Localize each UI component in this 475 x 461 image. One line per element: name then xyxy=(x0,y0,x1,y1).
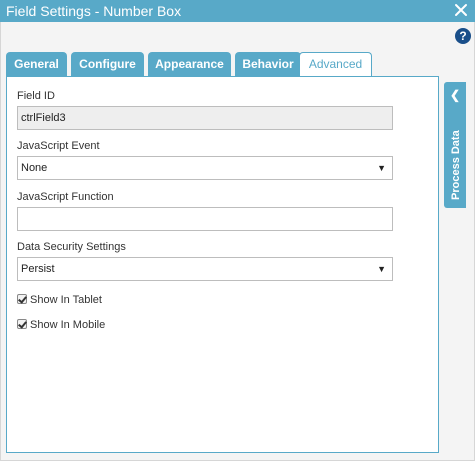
window-title: Field Settings - Number Box xyxy=(6,3,182,19)
field-id-input[interactable]: ctrlField3 xyxy=(17,106,393,130)
help-icon[interactable]: ? xyxy=(455,28,471,44)
show-in-tablet-label: Show In Tablet xyxy=(30,294,102,306)
checkbox-checked-icon[interactable] xyxy=(17,319,27,329)
javascript-event-select[interactable]: None ▼ xyxy=(17,156,393,180)
checkbox-checked-icon[interactable] xyxy=(17,294,27,304)
title-bar: Field Settings - Number Box xyxy=(0,0,475,22)
javascript-function-label: JavaScript Function xyxy=(17,191,114,203)
show-in-mobile-checkbox[interactable]: Show In Mobile xyxy=(17,319,105,331)
data-security-select[interactable]: Persist ▼ xyxy=(17,257,393,281)
tab-advanced[interactable]: Advanced xyxy=(299,52,372,77)
tab-general[interactable]: General xyxy=(6,52,67,76)
data-security-label: Data Security Settings xyxy=(17,241,126,253)
field-id-label: Field ID xyxy=(17,90,55,102)
tab-appearance[interactable]: Appearance xyxy=(148,52,231,76)
show-in-tablet-checkbox[interactable]: Show In Tablet xyxy=(17,294,102,306)
chevron-left-icon[interactable]: ❮ xyxy=(450,88,460,102)
javascript-event-label: JavaScript Event xyxy=(17,140,100,152)
process-data-tab[interactable]: ❮ Process Data xyxy=(444,82,466,208)
close-icon[interactable] xyxy=(453,2,469,18)
tab-behavior[interactable]: Behavior xyxy=(235,52,301,76)
caret-down-icon: ▼ xyxy=(377,264,386,274)
process-data-label-wrap: Process Data xyxy=(450,129,462,200)
javascript-function-input[interactable] xyxy=(17,207,393,231)
caret-down-icon: ▼ xyxy=(377,163,386,173)
javascript-event-value: None xyxy=(21,162,48,174)
tab-configure[interactable]: Configure xyxy=(71,52,144,76)
show-in-mobile-label: Show In Mobile xyxy=(30,319,106,331)
data-security-value: Persist xyxy=(21,263,55,275)
process-data-label: Process Data xyxy=(450,129,462,200)
